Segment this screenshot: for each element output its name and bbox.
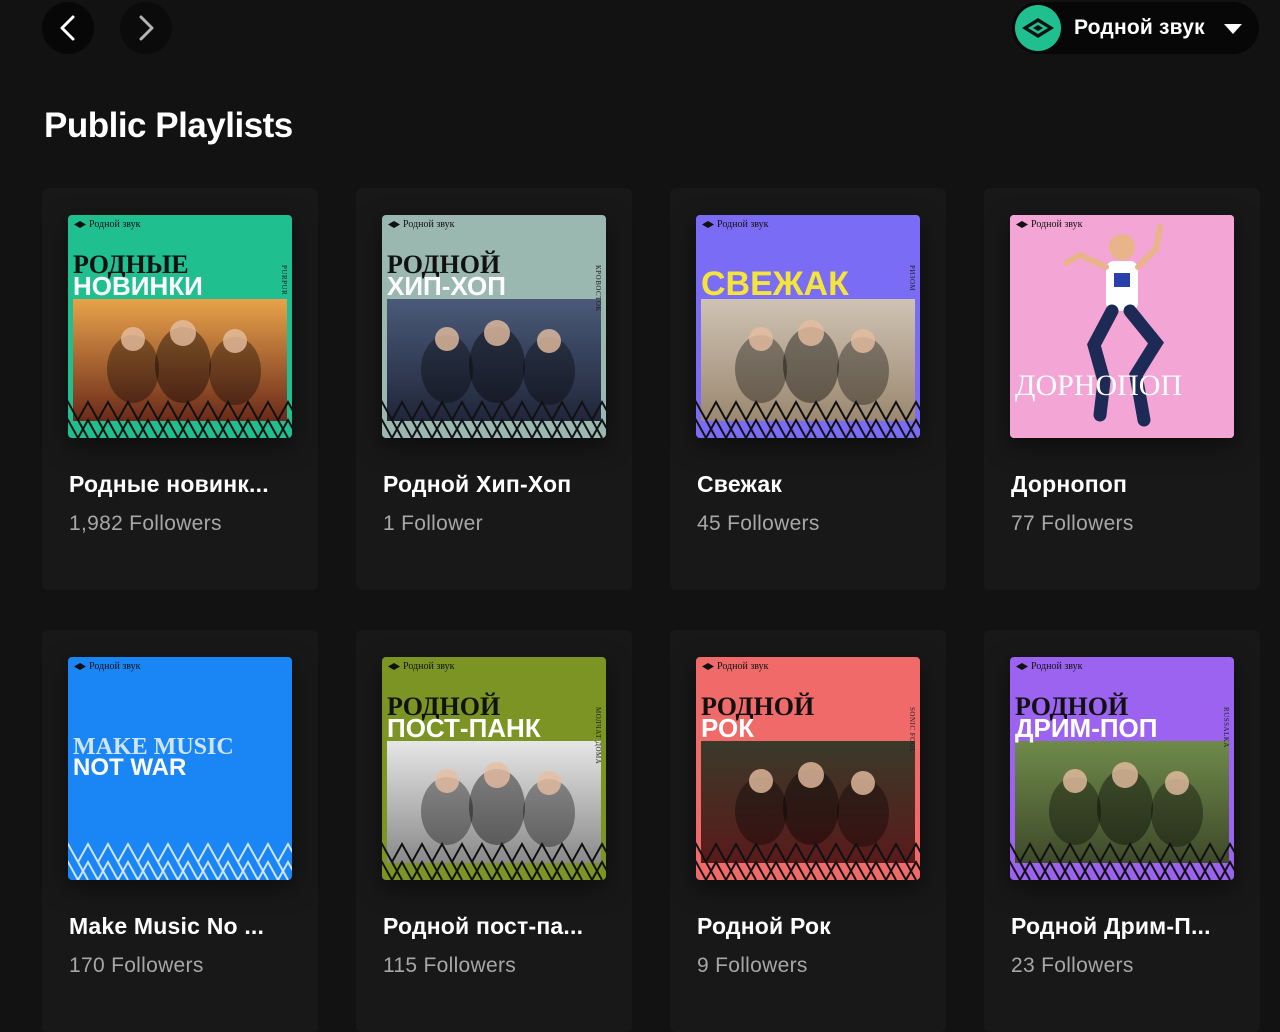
- playlist-cover: Родной звук РОДНОЙ ХИП-ХОП КРОВОСТОК: [382, 215, 606, 438]
- cover-brand: Родной звук: [702, 219, 769, 230]
- playlist-title[interactable]: Make Music No ...: [69, 913, 294, 940]
- playlist-followers: 170 Followers: [69, 954, 204, 977]
- forward-button[interactable]: [120, 2, 172, 54]
- cover-title-line2: NOT WAR: [73, 754, 187, 781]
- chain-fence-graphic: [68, 841, 292, 880]
- playlist-followers: 1 Follower: [383, 512, 483, 535]
- cover-photo: [1010, 215, 1234, 438]
- cover-artist-label: PURPUR: [280, 265, 288, 296]
- cover-title-line2: ПОСТ-ПАНК: [387, 713, 541, 743]
- cover-brand: Родной звук: [1016, 661, 1083, 672]
- playlist-card[interactable]: Родной звук СВЕЖАК РИЗОМ Свежак 45 Follo…: [670, 188, 946, 590]
- playlist-followers: 1,982 Followers: [69, 512, 222, 535]
- playlist-followers: 45 Followers: [697, 512, 820, 535]
- playlist-cover: Родной звук РОДНОЙ ДРИМ-ПОП RUSSALKA: [1010, 657, 1234, 880]
- playlist-title[interactable]: Родные новинк...: [69, 471, 294, 498]
- playlist-card[interactable]: Родной звук РОДНОЙ ДРИМ-ПОП RUSSALKA Род…: [984, 630, 1260, 1032]
- playlist-followers: 115 Followers: [383, 954, 517, 977]
- cover-brand: Родной звук: [1016, 219, 1083, 230]
- avatar: [1015, 5, 1061, 51]
- chain-fence-graphic: [696, 841, 920, 880]
- brand-logo-icon: [1016, 221, 1028, 228]
- playlist-title[interactable]: Родной Дрим-П...: [1011, 913, 1236, 940]
- playlist-title[interactable]: Родной пост-па...: [383, 913, 608, 940]
- playlist-followers: 77 Followers: [1011, 512, 1134, 535]
- chevron-right-icon: [139, 15, 154, 41]
- cover-artist-label: МОЛЧАТ ДОМА: [594, 707, 602, 765]
- playlist-title[interactable]: Родной Рок: [697, 913, 922, 940]
- cover-title-line2: ДОРНОПОП: [1015, 369, 1183, 402]
- playlist-card[interactable]: Родной звук MAKE MUSIC NOT WAR Make Musi…: [42, 630, 318, 1032]
- playlist-card[interactable]: Родной звук ДОРНОПОП Дорнопоп 77 Followe…: [984, 188, 1260, 590]
- chevron-left-icon: [60, 15, 75, 41]
- chain-fence-graphic: [696, 399, 920, 438]
- chain-fence-graphic: [68, 399, 292, 438]
- playlist-cover: Родной звук РОДНОЙ РОК SONIC FOOL: [696, 657, 920, 880]
- cover-artist-label: КРОВОСТОК: [594, 265, 602, 312]
- brand-logo-icon: [702, 663, 714, 670]
- playlist-card[interactable]: Родной звук РОДНЫЕ НОВИНКИ PURPUR Родные…: [42, 188, 318, 590]
- playlist-card[interactable]: Родной звук РОДНОЙ ХИП-ХОП КРОВОСТОК Род…: [356, 188, 632, 590]
- brand-logo-icon: [1022, 18, 1054, 38]
- back-button[interactable]: [42, 2, 94, 54]
- cover-artist-label: RUSSALKA: [1222, 707, 1230, 748]
- brand-logo-icon: [74, 221, 86, 228]
- chain-fence-graphic: [1010, 841, 1234, 880]
- playlist-card[interactable]: Родной звук РОДНОЙ РОК SONIC FOOL Родной…: [670, 630, 946, 1032]
- cover-title-line2: ДРИМ-ПОП: [1015, 713, 1158, 743]
- cover-brand: Родной звук: [702, 661, 769, 672]
- playlist-followers: 23 Followers: [1011, 954, 1134, 977]
- playlist-grid: Родной звук РОДНЫЕ НОВИНКИ PURPUR Родные…: [42, 188, 1260, 1032]
- cover-title-line2: ХИП-ХОП: [387, 271, 506, 301]
- cover-title-line2: СВЕЖАК: [701, 265, 849, 303]
- playlist-title[interactable]: Свежак: [697, 471, 922, 498]
- top-bar: Родной звук: [0, 0, 1280, 56]
- cover-brand: Родной звук: [388, 219, 455, 230]
- brand-logo-icon: [388, 221, 400, 228]
- playlist-followers: 9 Followers: [697, 954, 808, 977]
- brand-logo-icon: [388, 663, 400, 670]
- cover-brand: Родной звук: [74, 219, 141, 230]
- page-title: Public Playlists: [44, 106, 293, 145]
- cover-title-line2: НОВИНКИ: [73, 271, 203, 301]
- caret-down-icon: [1224, 24, 1242, 34]
- playlist-cover: Родной звук РОДНОЙ ПОСТ-ПАНК МОЛЧАТ ДОМА: [382, 657, 606, 880]
- playlist-title[interactable]: Родной Хип-Хоп: [383, 471, 608, 498]
- playlist-title[interactable]: Дорнопоп: [1011, 471, 1236, 498]
- playlist-cover: Родной звук СВЕЖАК РИЗОМ: [696, 215, 920, 438]
- playlist-cover: Родной звук MAKE MUSIC NOT WAR: [68, 657, 292, 880]
- brand-logo-icon: [1016, 663, 1028, 670]
- cover-artist-label: РИЗОМ: [908, 265, 916, 292]
- cover-brand: Родной звук: [388, 661, 455, 672]
- cover-brand: Родной звук: [74, 661, 141, 672]
- user-menu-button[interactable]: Родной звук: [1012, 2, 1259, 54]
- brand-logo-icon: [74, 663, 86, 670]
- user-name: Родной звук: [1074, 16, 1205, 39]
- playlist-cover: Родной звук ДОРНОПОП: [1010, 215, 1234, 438]
- playlist-card[interactable]: Родной звук РОДНОЙ ПОСТ-ПАНК МОЛЧАТ ДОМА…: [356, 630, 632, 1032]
- chain-fence-graphic: [382, 399, 606, 438]
- playlist-cover: Родной звук РОДНЫЕ НОВИНКИ PURPUR: [68, 215, 292, 438]
- cover-artist-label: SONIC FOOL: [908, 707, 916, 754]
- cover-title-line2: РОК: [701, 713, 755, 743]
- brand-logo-icon: [702, 221, 714, 228]
- chain-fence-graphic: [382, 841, 606, 880]
